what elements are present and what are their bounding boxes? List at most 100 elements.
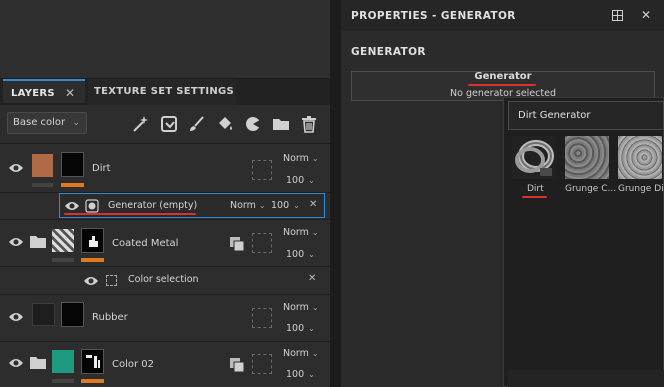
generator-effect-name[interactable]: Generator (empty) xyxy=(108,200,197,211)
tab-layers-label: LAYERS xyxy=(11,88,55,99)
layer-name[interactable]: Color 02 xyxy=(112,359,154,370)
selection-icon xyxy=(106,275,117,286)
eye-icon[interactable] xyxy=(8,162,24,174)
chevron-down-icon: ⌄ xyxy=(308,250,315,259)
layer-row-color-02[interactable]: Color 02 Norm ⌄ 100 ⌄ xyxy=(0,342,330,387)
folder-icon[interactable] xyxy=(30,356,46,369)
opacity-value: 100 xyxy=(271,200,290,211)
opacity-field[interactable]: 100 ⌄ xyxy=(286,175,315,186)
layer-name[interactable]: Coated Metal xyxy=(112,238,178,249)
layer-row-dirt[interactable]: Dirt Norm ⌄ 100 ⌄ xyxy=(0,144,330,193)
chevron-down-icon: ⌄ xyxy=(308,324,315,333)
trash-icon[interactable] xyxy=(300,115,318,133)
layer-row-coated-metal[interactable]: Coated Metal Norm ⌄ 100 ⌄ xyxy=(0,220,330,267)
opacity-field[interactable]: 100 ⌄ xyxy=(286,249,315,260)
maximize-icon[interactable] xyxy=(612,10,623,21)
chevron-down-icon: ⌄ xyxy=(258,201,266,210)
layer-mask-thumbnail xyxy=(81,349,104,374)
annotation-underline xyxy=(468,84,536,86)
close-icon[interactable]: ✕ xyxy=(65,81,75,106)
blend-mode-value: Norm xyxy=(283,153,309,164)
filter-icon[interactable] xyxy=(244,115,262,133)
magic-wand-icon[interactable] xyxy=(131,115,149,133)
chevron-down-icon: ⌄ xyxy=(308,176,315,185)
opacity-field[interactable]: 100 ⌄ xyxy=(286,323,315,334)
tab-layers[interactable]: LAYERS ✕ xyxy=(3,79,85,103)
eye-icon[interactable] xyxy=(8,236,24,248)
paint-brush-icon[interactable] xyxy=(188,115,206,133)
blend-mode-select[interactable]: Norm ⌄ xyxy=(283,227,319,238)
generator-item-grunge-c[interactable] xyxy=(565,136,609,179)
layer-thumbnail xyxy=(52,229,74,252)
layer-thumbnail-bar xyxy=(32,183,53,187)
generator-item-label: Grunge C... xyxy=(565,184,617,194)
opacity-field[interactable]: 100 ⌄ xyxy=(271,200,300,211)
generator-label: Generator xyxy=(474,71,532,82)
opacity-value: 100 xyxy=(286,249,305,260)
tab-texture-set-settings[interactable]: TEXTURE SET SETTINGS xyxy=(88,79,236,105)
eye-icon[interactable] xyxy=(64,200,80,212)
mask-slot[interactable] xyxy=(252,308,272,328)
blend-mode-value: Norm xyxy=(283,348,309,359)
generator-item-label: Grunge Dirt xyxy=(618,184,664,194)
annotation-underline xyxy=(522,196,547,198)
folder-icon[interactable] xyxy=(272,115,290,133)
blend-mode-value: Norm xyxy=(283,302,309,313)
layer-name[interactable]: Dirt xyxy=(92,163,111,174)
eye-icon[interactable] xyxy=(83,275,99,287)
effect-name[interactable]: Color selection xyxy=(128,274,199,285)
blend-mode-select[interactable]: Norm ⌄ xyxy=(283,153,319,164)
generator-search-input[interactable]: Dirt Generator xyxy=(508,101,664,130)
eye-icon[interactable] xyxy=(8,311,24,323)
generator-fill-icon[interactable] xyxy=(160,115,178,133)
opacity-value: 100 xyxy=(286,175,305,186)
opacity-value: 100 xyxy=(286,369,305,380)
opacity-value: 100 xyxy=(286,323,305,334)
color-selection-row[interactable]: Color selection ✕ xyxy=(0,267,330,295)
layer-thumbnail xyxy=(52,350,74,373)
chevron-down-icon: ⌄ xyxy=(293,201,300,210)
viewport-area xyxy=(0,0,330,79)
blend-mode-select[interactable]: Norm ⌄ xyxy=(283,348,319,359)
dirt-thumbnail-icon xyxy=(515,140,554,176)
remove-effect-icon[interactable]: ✕ xyxy=(309,199,317,210)
panel-divider[interactable] xyxy=(330,0,341,387)
generator-search-value: Dirt Generator xyxy=(518,110,591,121)
channel-select[interactable]: Base color ⌄ xyxy=(7,112,87,134)
tab-texture-set-settings-label: TEXTURE SET SETTINGS xyxy=(94,86,235,97)
layer-name[interactable]: Rubber xyxy=(92,312,128,323)
mask-slot[interactable] xyxy=(252,160,272,180)
mask-slot[interactable] xyxy=(252,354,272,374)
layer-thumbnail xyxy=(32,303,55,326)
chevron-down-icon: ⌄ xyxy=(311,154,319,163)
selected-channel-bar xyxy=(61,183,84,187)
section-heading: GENERATOR xyxy=(351,46,426,58)
generator-item-dirt[interactable] xyxy=(512,136,556,179)
remove-effect-icon[interactable]: ✕ xyxy=(308,273,316,284)
mask-shape-icon xyxy=(86,355,100,368)
blend-mode-value: Norm xyxy=(283,227,309,238)
close-icon[interactable]: ✕ xyxy=(641,8,651,22)
generator-item-label: Dirt xyxy=(527,184,544,194)
folder-icon[interactable] xyxy=(30,235,46,248)
blend-mode-select[interactable]: Norm ⌄ xyxy=(283,302,319,313)
layers-toolbar: Base color ⌄ xyxy=(0,105,330,144)
mask-slot[interactable] xyxy=(252,233,272,253)
layer-mask-thumbnail xyxy=(61,302,84,327)
generator-item-grunge-dirt[interactable] xyxy=(618,136,662,179)
blend-mode-select[interactable]: Norm ⌄ xyxy=(230,200,266,211)
blend-mode-value: Norm xyxy=(230,200,256,211)
selected-channel-bar xyxy=(81,258,104,262)
mask-shape-icon xyxy=(89,236,98,247)
chevron-down-icon: ⌄ xyxy=(308,370,315,379)
paint-bucket-icon[interactable] xyxy=(216,115,234,133)
chevron-down-icon: ⌄ xyxy=(311,303,319,312)
chevron-down-icon: ⌄ xyxy=(311,228,319,237)
selected-channel-bar xyxy=(81,379,104,383)
layer-mask-thumbnail xyxy=(61,152,84,177)
layer-mask-thumbnail xyxy=(81,228,104,253)
layer-row-rubber[interactable]: Rubber Norm ⌄ 100 ⌄ xyxy=(0,295,330,342)
opacity-field[interactable]: 100 ⌄ xyxy=(286,369,315,380)
layers-tab-bar: LAYERS ✕ TEXTURE SET SETTINGS xyxy=(0,79,330,105)
eye-icon[interactable] xyxy=(8,357,24,369)
